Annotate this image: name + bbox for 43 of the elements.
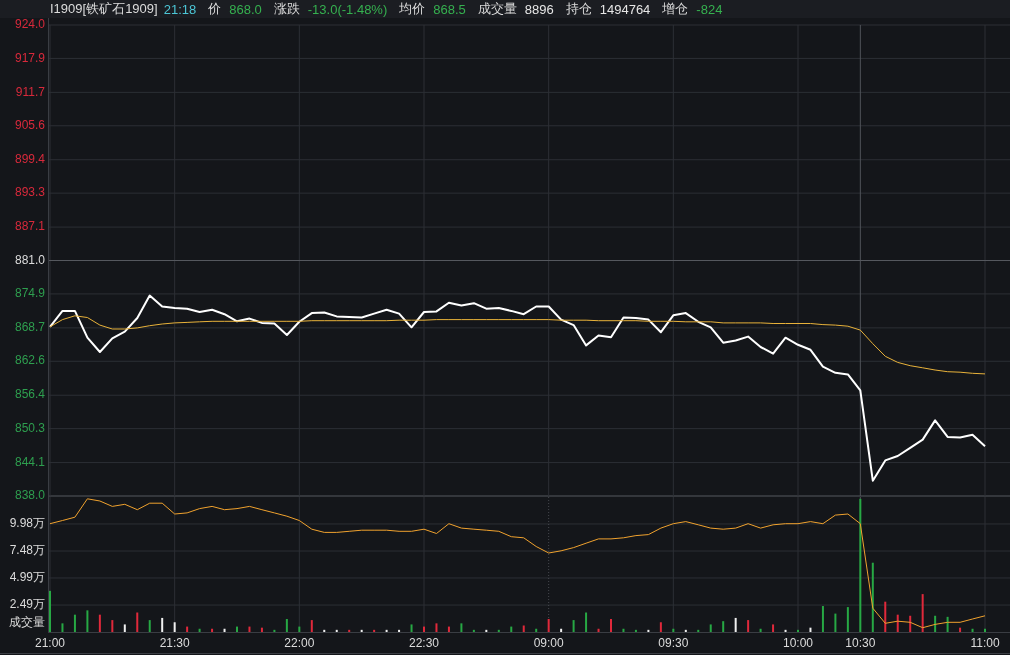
volume-axis-label: 9.98万 <box>9 516 45 531</box>
price-axis-label: 844.1 <box>14 454 45 469</box>
time-axis-label: 09:00 <box>533 636 564 651</box>
field-label: 持仓 <box>565 0 592 18</box>
quote-time: 21:18 <box>163 1 197 17</box>
field-label: 价 <box>208 0 222 18</box>
field-label: 涨跌 <box>273 0 300 18</box>
volume-axis-label: 7.48万 <box>9 543 45 558</box>
price-axis-label: 868.7 <box>14 320 45 335</box>
time-axis-label: 21:00 <box>35 636 65 651</box>
field-value: 8896 <box>524 1 554 17</box>
volume-axis-label: 4.99万 <box>9 570 45 585</box>
time-axis-label: 11:00 <box>970 636 1000 651</box>
price-axis-label: 893.3 <box>14 185 45 200</box>
field-value: 868.0 <box>229 1 262 17</box>
price-axis-label: 874.9 <box>14 286 45 301</box>
time-axis-label: 22:00 <box>284 636 315 651</box>
price-axis-label: 887.1 <box>14 219 45 234</box>
price-axis-label: 924.0 <box>14 17 45 32</box>
price-axis-label: 911.7 <box>15 84 45 99</box>
time-axis-label: 22:30 <box>409 636 439 651</box>
field-label: 成交量 <box>477 0 517 18</box>
price-axis-label: 905.6 <box>14 117 45 132</box>
price-axis-label: 899.4 <box>14 151 45 166</box>
price-axis-label: 838.0 <box>14 488 45 503</box>
price-axis-label: 856.4 <box>14 387 45 402</box>
field-value: -824 <box>696 1 723 17</box>
price-axis-label: 862.6 <box>14 353 45 368</box>
time-axis-label: 09:30 <box>658 636 689 651</box>
field-label: 增仓 <box>662 0 689 18</box>
volume-axis-title: 成交量 <box>9 615 45 630</box>
field-value: 1494764 <box>599 1 651 17</box>
field-label: 均价 <box>399 0 426 18</box>
field-value: -13.0(-1.48%) <box>307 1 388 17</box>
price-axis-label: 917.9 <box>14 50 45 65</box>
volume-axis-label: 2.49万 <box>9 597 45 612</box>
time-axis-label: 21:30 <box>159 636 190 651</box>
contract-name: I1909[铁矿石1909] <box>50 0 158 18</box>
time-axis-label: 10:00 <box>783 636 813 651</box>
time-axis-label: 10:30 <box>845 636 876 651</box>
price-axis-label: 850.3 <box>14 420 45 435</box>
field-value: 868.5 <box>433 1 466 17</box>
price-axis-label: 881.0 <box>14 252 45 267</box>
